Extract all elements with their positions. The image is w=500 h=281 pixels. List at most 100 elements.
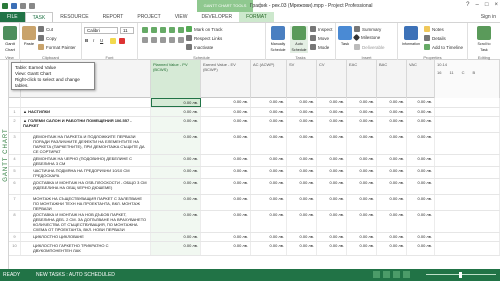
font-name-select[interactable]: Calibri — [84, 27, 118, 34]
italic-button[interactable]: I — [93, 38, 94, 43]
tab-report[interactable]: REPORT — [96, 12, 131, 22]
table-row[interactable]: 0.00 лв. 0.00 лв. 0.00 лв. 0.00 лв. 0.00 лв.… — [9, 98, 500, 108]
row-number[interactable]: 8 — [9, 211, 21, 232]
tab-file[interactable]: FILE — [0, 12, 25, 22]
gantt-chart-cell[interactable] — [435, 117, 500, 132]
value-cell[interactable]: 0.00 лв. — [407, 195, 435, 210]
value-cell[interactable]: 0.00 лв. — [201, 211, 251, 232]
value-cell[interactable]: 0.00 лв. — [347, 133, 377, 154]
row-number[interactable]: 7 — [9, 195, 21, 210]
value-cell[interactable]: 0.00 лв. — [287, 117, 317, 132]
value-cell[interactable]: 0.00 лв. — [407, 155, 435, 166]
format-painter-button[interactable]: Format Painter — [38, 44, 76, 50]
column-header-earned-value[interactable]: Earned Value - EV (BCWP) — [201, 60, 251, 98]
task-name-cell[interactable]: ДОСТАВКА И МОНТАЖ НА НОВ ДЪБОВ ПАРКЕТ, Д… — [21, 211, 151, 232]
value-cell[interactable]: 0.00 лв. — [377, 108, 407, 116]
gantt-chart-cell[interactable] — [435, 211, 500, 232]
respect-links-button[interactable]: Respect Links — [186, 35, 222, 41]
value-cell[interactable]: 0.00 лв. — [151, 211, 201, 232]
value-cell[interactable]: 0.00 лв. — [347, 211, 377, 232]
team-planner-view-icon[interactable] — [393, 271, 400, 278]
task-name-cell[interactable]: ▲ НАСТИЛКИ — [21, 108, 151, 116]
value-cell[interactable]: 0.00 лв. — [347, 108, 377, 116]
table-row[interactable]: 9 ЦИКЛОСТНО ЦИКЛОВАНЕ 0.00 лв. 0.00 лв. 0.00… — [9, 233, 500, 242]
close-button[interactable]: × — [494, 2, 498, 8]
percent-100-icon[interactable] — [178, 27, 184, 33]
value-cell[interactable]: 0.00 лв. — [317, 108, 347, 116]
value-cell[interactable]: 0.00 лв. — [151, 233, 201, 241]
details-button[interactable]: Details — [424, 35, 446, 41]
value-cell[interactable]: 0.00 лв. — [201, 242, 251, 255]
value-cell[interactable]: 0.00 лв. — [317, 179, 347, 194]
gantt-chart-button[interactable]: Gantt Chart — [3, 26, 17, 53]
table-row[interactable]: 5 ЧАСТИЧНА ПОДМЯНА НА ГРЕДОРИЧНИ 10/10 СМ… — [9, 167, 500, 179]
percent-25-icon[interactable] — [151, 27, 157, 33]
value-cell[interactable]: 0.00 лв. — [347, 179, 377, 194]
value-cell[interactable]: 0.00 лв. — [201, 155, 251, 166]
value-cell[interactable]: 0.00 лв. — [377, 179, 407, 194]
row-number[interactable]: 6 — [9, 179, 21, 194]
value-cell[interactable]: 0.00 лв. — [201, 98, 251, 107]
table-row[interactable]: 7 МОНТАЖ НА СЪЩЕСТВУВАЩИЯ ПАРКЕТ С ЗАЛЕПВ… — [9, 195, 500, 211]
column-header-eac[interactable]: EAC — [347, 60, 377, 98]
value-cell[interactable]: 0.00 лв. — [151, 195, 201, 210]
task-name-cell[interactable]: ЦИКЛОСТНО ГАРКЕТНО ТРИКРАТНО С ДВУКОМПОН… — [21, 242, 151, 255]
minimize-button[interactable]: – — [476, 2, 479, 8]
table-row[interactable]: 4 ДЕМОНТАЖ НА ЧЕРНО (ПОДОВИНО) ДЕБЕЛИНЕ С… — [9, 155, 500, 167]
inactivate-button[interactable]: Inactivate — [186, 44, 213, 50]
row-number[interactable]: 2 — [9, 117, 21, 132]
row-number[interactable]: 1 — [9, 108, 21, 116]
resource-sheet-view-icon[interactable] — [403, 271, 410, 278]
task-name-cell[interactable] — [21, 98, 151, 107]
task-name-cell[interactable]: ▲ ГОЛЕМИ САЛОН И РАБОТНИ ПОМЕЩЕНИЯ 106.5… — [21, 117, 151, 132]
tab-developer[interactable]: DEVELOPER — [194, 12, 239, 22]
notes-button[interactable]: Notes — [424, 26, 444, 32]
scroll-to-task-button[interactable]: Scroll to Task — [474, 26, 494, 53]
tab-project[interactable]: PROJECT — [130, 12, 167, 22]
value-cell[interactable]: 0.00 лв. — [287, 195, 317, 210]
copy-button[interactable]: Copy — [38, 35, 57, 41]
value-cell[interactable]: 0.00 лв. — [201, 133, 251, 154]
redo-icon[interactable] — [29, 3, 35, 9]
value-cell[interactable]: 0.00 лв. — [151, 133, 201, 154]
task-name-cell[interactable]: МОНТАЖ НА СЪЩЕСТВУВАЩИЯ ПАРКЕТ С ЗАЛЕПВА… — [21, 195, 151, 210]
value-cell[interactable]: 0.00 лв. — [151, 117, 201, 132]
value-cell[interactable]: 0.00 лв. — [151, 98, 201, 107]
value-cell[interactable]: 0.00 лв. — [347, 167, 377, 178]
column-header-sv[interactable]: SV — [287, 60, 317, 98]
undo-icon[interactable] — [20, 3, 26, 9]
value-cell[interactable]: 0.00 лв. — [317, 98, 347, 107]
value-cell[interactable]: 0.00 лв. — [407, 133, 435, 154]
column-header-planned-value[interactable]: Planned Value - PV (BCWS) — [151, 60, 201, 98]
information-button[interactable]: Information — [400, 26, 422, 47]
auto-schedule-button[interactable]: Auto Schedule — [290, 26, 308, 53]
value-cell[interactable]: 0.00 лв. — [347, 195, 377, 210]
table-row[interactable]: 2 ▲ ГОЛЕМИ САЛОН И РАБОТНИ ПОМЕЩЕНИЯ 106.… — [9, 117, 500, 133]
task-name-cell[interactable]: ДОСТАВКА И МОНТАЖ НА OSB-ПЛОСКОСТИ - ОБЩ… — [21, 179, 151, 194]
table-row[interactable]: 6 ДОСТАВКА И МОНТАЖ НА OSB-ПЛОСКОСТИ - ОБ… — [9, 179, 500, 195]
paste-button[interactable]: Paste — [22, 26, 36, 47]
row-number[interactable]: 9 — [9, 233, 21, 241]
summary-button[interactable]: Summary — [354, 26, 381, 32]
outdent-icon[interactable] — [142, 37, 148, 43]
gantt-chart-cell[interactable] — [435, 98, 500, 107]
font-size-select[interactable]: 11 — [120, 27, 134, 34]
gantt-chart-cell[interactable] — [435, 242, 500, 255]
row-number[interactable]: 3 — [9, 133, 21, 154]
value-cell[interactable]: 0.00 лв. — [251, 155, 287, 166]
value-cell[interactable]: 0.00 лв. — [407, 211, 435, 232]
value-cell[interactable]: 0.00 лв. — [347, 155, 377, 166]
table-row[interactable]: 1 ▲ НАСТИЛКИ 0.00 лв. 0.00 лв. 0.00 лв. 0.00 … — [9, 108, 500, 117]
value-cell[interactable]: 0.00 лв. — [201, 108, 251, 116]
value-cell[interactable]: 0.00 лв. — [151, 179, 201, 194]
new-tasks-mode[interactable]: NEW TASKS : AUTO SCHEDULED — [36, 272, 115, 278]
value-cell[interactable]: 0.00 лв. — [407, 233, 435, 241]
value-cell[interactable]: 0.00 лв. — [407, 242, 435, 255]
deliverable-button[interactable]: Deliverable — [354, 44, 385, 50]
value-cell[interactable]: 0.00 лв. — [317, 133, 347, 154]
value-cell[interactable]: 0.00 лв. — [201, 117, 251, 132]
task-usage-view-icon[interactable] — [383, 271, 390, 278]
value-cell[interactable]: 0.00 лв. — [201, 233, 251, 241]
value-cell[interactable]: 0.00 лв. — [201, 195, 251, 210]
table-row[interactable]: 3 ДЕМОНТАЖ НА ПАРКЕТА И ПОДЛОЖКИТЕ ПЕРВАЗ… — [9, 133, 500, 155]
